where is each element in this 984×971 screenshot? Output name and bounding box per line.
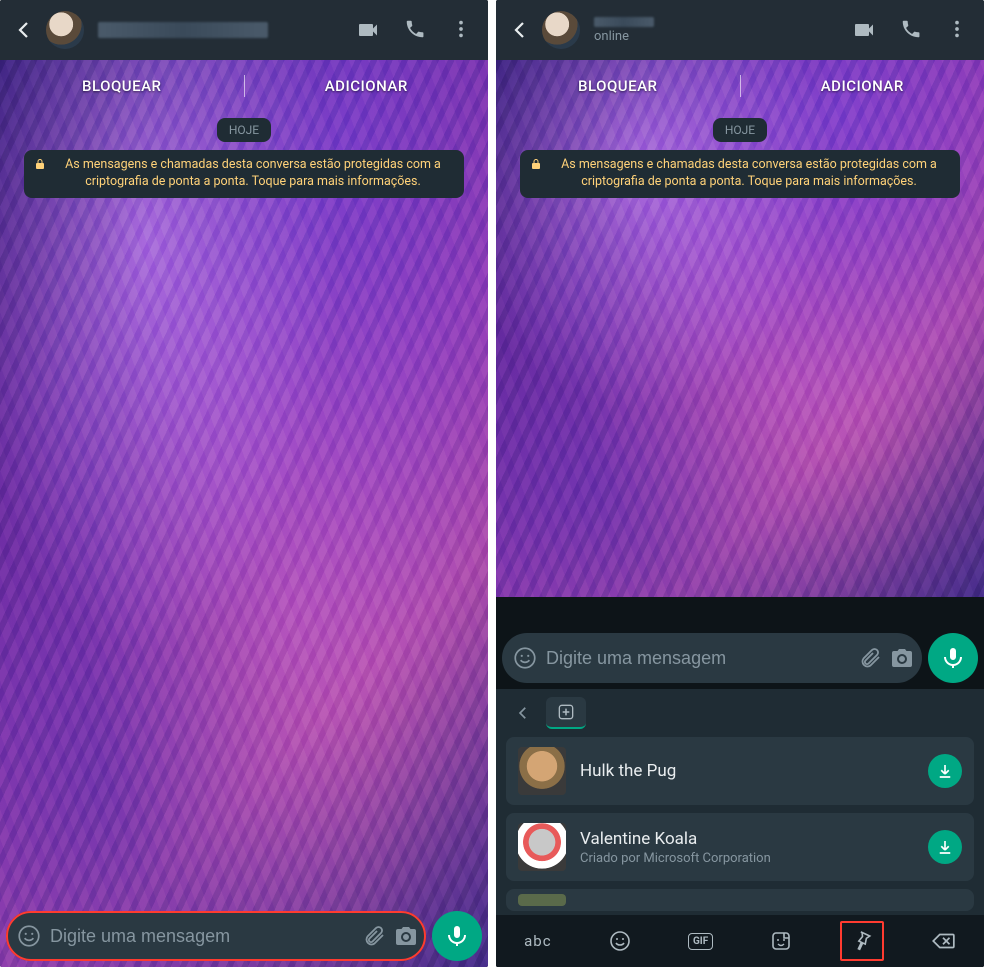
add-button[interactable]: ADICIONAR xyxy=(741,77,984,95)
header-title-area[interactable]: online xyxy=(594,17,840,44)
lock-icon xyxy=(530,158,542,170)
pack-name: Valentine Koala xyxy=(580,829,914,849)
chat-header: online xyxy=(496,0,984,60)
sticker-pack-row[interactable] xyxy=(506,889,974,911)
screen-left: BLOQUEAR ADICIONAR HOJE As mensagens e c… xyxy=(0,0,488,967)
keyboard-pin-button[interactable] xyxy=(840,921,884,961)
encryption-text: As mensagens e chamadas desta conversa e… xyxy=(548,157,950,191)
sticker-pack-list[interactable]: Hulk the Pug Valentine Koala Criado por … xyxy=(496,729,984,915)
contact-avatar[interactable] xyxy=(542,11,580,49)
date-chip: HOJE xyxy=(713,118,767,142)
contact-name-redacted xyxy=(594,17,654,27)
sticker-pack-row[interactable]: Hulk the Pug xyxy=(506,737,974,805)
contact-avatar[interactable] xyxy=(46,11,84,49)
voice-call-button[interactable] xyxy=(892,8,930,52)
date-chip: HOJE xyxy=(217,118,271,142)
message-input-pill[interactable] xyxy=(502,633,922,683)
keyboard-backspace-button[interactable] xyxy=(920,920,966,962)
attach-button[interactable] xyxy=(362,924,386,948)
encryption-notice[interactable]: As mensagens e chamadas desta conversa e… xyxy=(24,150,464,198)
video-call-button[interactable] xyxy=(348,8,388,52)
sticker-pack-tabs xyxy=(496,689,984,729)
keyboard-gif-button[interactable]: GIF xyxy=(678,925,723,958)
attach-button[interactable] xyxy=(858,646,882,670)
mic-button[interactable] xyxy=(432,911,482,961)
message-input[interactable] xyxy=(50,926,354,947)
mic-button[interactable] xyxy=(928,633,978,683)
sticker-back-button[interactable] xyxy=(506,698,540,728)
header-actions xyxy=(348,8,480,52)
pack-thumbnail xyxy=(518,747,566,795)
chat-header xyxy=(0,0,488,60)
pack-thumbnail xyxy=(518,894,566,906)
sticker-pack-row[interactable]: Valentine Koala Criado por Microsoft Cor… xyxy=(506,813,974,881)
header-title-area[interactable] xyxy=(98,22,344,38)
back-button[interactable] xyxy=(502,12,538,48)
keyboard-sticker-button[interactable] xyxy=(759,921,803,961)
voice-call-button[interactable] xyxy=(396,8,434,52)
block-button[interactable]: BLOQUEAR xyxy=(496,77,740,95)
message-input-row xyxy=(496,627,984,689)
camera-button[interactable] xyxy=(890,646,914,670)
download-pack-button[interactable] xyxy=(928,830,962,864)
message-input[interactable] xyxy=(546,648,850,669)
block-add-bar: BLOQUEAR ADICIONAR xyxy=(0,64,488,108)
pack-name: Hulk the Pug xyxy=(580,761,914,781)
contact-status: online xyxy=(594,29,840,44)
message-input-pill[interactable] xyxy=(6,911,426,961)
keyboard-bottom-row: abc GIF xyxy=(496,915,984,967)
pack-author: Criado por Microsoft Corporation xyxy=(580,851,914,866)
contact-name-redacted xyxy=(98,22,268,38)
screen-right: online BLOQUEAR ADICIONAR HOJE As mensag… xyxy=(496,0,984,967)
encryption-notice[interactable]: As mensagens e chamadas desta conversa e… xyxy=(520,150,960,198)
block-button[interactable]: BLOQUEAR xyxy=(0,77,244,95)
more-menu-button[interactable] xyxy=(442,8,480,52)
lock-icon xyxy=(34,158,46,170)
camera-button[interactable] xyxy=(394,924,418,948)
sticker-panel: Hulk the Pug Valentine Koala Criado por … xyxy=(496,689,984,967)
keyboard-abc-button[interactable]: abc xyxy=(514,924,561,958)
emoji-button[interactable] xyxy=(512,645,538,671)
download-pack-button[interactable] xyxy=(928,754,962,788)
encryption-text: As mensagens e chamadas desta conversa e… xyxy=(52,157,454,191)
pack-info: Valentine Koala Criado por Microsoft Cor… xyxy=(580,829,914,866)
emoji-button[interactable] xyxy=(16,923,42,949)
back-button[interactable] xyxy=(6,12,42,48)
block-add-bar: BLOQUEAR ADICIONAR xyxy=(496,64,984,108)
more-menu-button[interactable] xyxy=(938,8,976,52)
add-button[interactable]: ADICIONAR xyxy=(245,77,489,95)
pack-thumbnail xyxy=(518,823,566,871)
video-call-button[interactable] xyxy=(844,8,884,52)
add-sticker-pack-tab[interactable] xyxy=(546,697,586,729)
keyboard-emoji-button[interactable] xyxy=(598,921,642,961)
pack-info: Hulk the Pug xyxy=(580,761,914,781)
message-input-row xyxy=(0,905,488,967)
header-actions xyxy=(844,8,976,52)
